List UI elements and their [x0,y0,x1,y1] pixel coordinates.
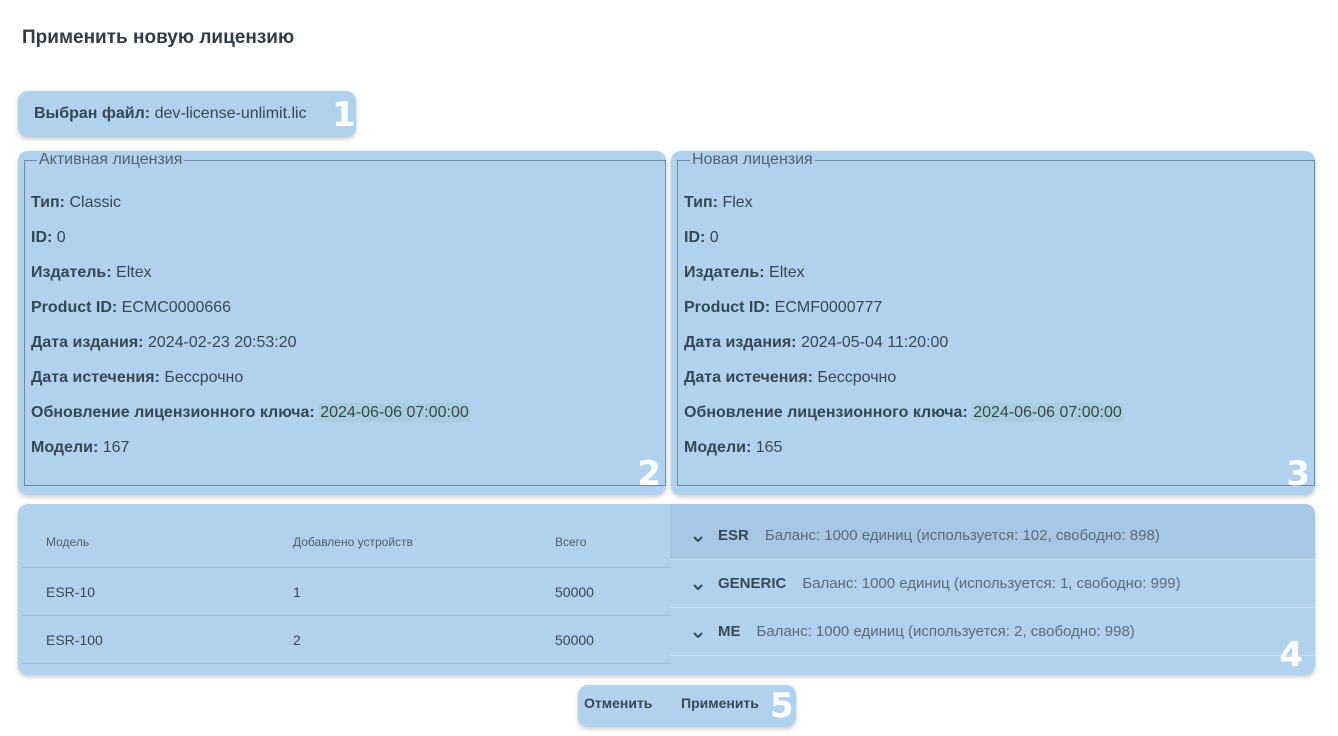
accordion-item-name: GENERIC [718,575,787,592]
selected-file-name: dev-license-unlimit.lic [154,105,307,122]
balance-accordion: ESR Баланс: 1000 единиц (используется: 1… [670,504,1315,656]
column-header-model[interactable]: Модель [22,535,293,549]
row-label: Обновление лицензионного ключа: [684,404,968,421]
row-label: Издатель: [31,264,112,281]
row-label: Дата издания: [684,334,797,351]
chevron-down-icon [693,535,703,542]
license-row-publisher: Издатель: Eltex [684,264,1123,299]
cell-total: 50000 [555,583,594,600]
page-title: Применить новую лицензию [22,27,295,48]
cell-added-devices: 1 [293,583,301,600]
row-value: 0 [709,229,719,246]
accordion-item-name: ME [718,623,741,640]
license-row-expiry: Дата истечения: Бессрочно [31,369,470,404]
cell-added-devices: 2 [293,631,301,648]
apply-button[interactable]: Применить [681,695,759,711]
column-header-added-devices[interactable]: Добавлено устройств [293,535,555,549]
row-label: ID: [684,229,706,246]
accordion-item-esr[interactable]: ESR Баланс: 1000 единиц (используется: 1… [670,504,1315,560]
license-row-issue-date: Дата издания: 2024-02-23 20:53:20 [31,334,470,369]
row-label: Издатель: [684,264,765,281]
marker-3: 3 [1286,454,1310,494]
row-label: Дата истечения: [31,369,160,386]
accordion-item-name: ESR [718,527,749,544]
license-row-issue-date: Дата издания: 2024-05-04 11:20:00 [684,334,1123,369]
row-label: Обновление лицензионного ключа: [31,404,315,421]
new-license-panel: Новая лицензия Тип: Flex ID: 0 Издатель:… [671,151,1315,495]
row-value: 0 [56,229,66,246]
license-row-models: Модели: 165 [684,439,1123,474]
row-label: ID: [31,229,53,246]
table-row[interactable]: ESR-10 1 50000 [22,568,670,616]
license-row-expiry: Дата истечения: Бессрочно [684,369,1123,404]
action-buttons: Отменить Применить 5 [578,685,796,727]
row-value: 167 [102,439,130,456]
row-label: Тип: [684,194,718,211]
selected-file-label: Выбран файл: [34,105,151,122]
row-label: Product ID: [684,299,771,316]
row-value: Classic [69,194,122,211]
accordion-item-me[interactable]: ME Баланс: 1000 единиц (используется: 2,… [670,608,1315,656]
cell-total: 50000 [555,631,594,648]
license-row-product-id: Product ID: ECMF0000777 [684,299,1123,334]
cell-model: ESR-100 [46,631,103,648]
row-label: Тип: [31,194,65,211]
accordion-item-balance: Баланс: 1000 единиц (используется: 1, св… [802,575,1181,592]
chevron-down-icon [693,631,703,638]
models-balance-panel: Модель Добавлено устройств Всего ESR-10 … [18,504,1315,675]
license-row-key-update: Обновление лицензионного ключа: 2024-06-… [31,403,470,439]
table-row[interactable]: ESR-100 2 50000 [22,616,670,664]
accordion-item-balance: Баланс: 1000 единиц (используется: 102, … [764,527,1160,544]
selected-file-text: Выбран файл: dev-license-unlimit.lic [34,105,307,123]
selected-file-box: Выбран файл: dev-license-unlimit.lic 1 [18,91,356,137]
models-table: Модель Добавлено устройств Всего ESR-10 … [22,516,670,664]
license-row-publisher: Издатель: Eltex [31,264,470,299]
active-license-legend: Активная лицензия [39,151,183,168]
row-value: Eltex [116,264,152,281]
cell-model: ESR-10 [46,583,96,600]
license-row-type: Тип: Flex [684,194,1123,229]
row-value: Flex [722,194,753,211]
row-value: Eltex [769,264,805,281]
accordion-item-generic[interactable]: GENERIC Баланс: 1000 единиц (используетс… [670,560,1315,608]
license-row-id: ID: 0 [684,229,1123,264]
marker-1: 1 [332,95,356,135]
row-value: 2024-02-23 20:53:20 [147,334,297,351]
row-value: ECMF0000777 [774,299,883,316]
active-license-panel: Активная лицензия Тип: Classic ID: 0 Изд… [18,151,666,495]
license-row-id: ID: 0 [31,229,470,264]
license-row-models: Модели: 167 [31,439,470,474]
cancel-button[interactable]: Отменить [584,695,652,711]
chevron-down-icon [693,583,703,590]
column-header-total[interactable]: Всего [555,535,670,549]
row-value: 2024-06-06 07:00:00 [319,403,470,422]
row-label: Модели: [31,439,99,456]
license-row-key-update: Обновление лицензионного ключа: 2024-06-… [684,403,1123,439]
marker-2: 2 [637,454,661,494]
license-row-type: Тип: Classic [31,194,470,229]
new-license-legend: Новая лицензия [692,151,813,168]
table-header: Модель Добавлено устройств Всего [22,516,670,568]
marker-5: 5 [770,686,794,726]
row-value: Бессрочно [817,369,897,386]
row-label: Дата издания: [31,334,144,351]
row-value: 2024-05-04 11:20:00 [800,334,949,351]
accordion-item-balance: Баланс: 1000 единиц (используется: 2, св… [756,623,1135,640]
row-value: Бессрочно [164,369,244,386]
marker-4: 4 [1279,635,1303,675]
license-row-product-id: Product ID: ECMC0000666 [31,299,470,334]
row-label: Дата истечения: [684,369,813,386]
row-label: Модели: [684,439,752,456]
row-value: ECMC0000666 [121,299,232,316]
row-value: 2024-06-06 07:00:00 [972,403,1123,422]
row-label: Product ID: [31,299,118,316]
row-value: 165 [755,439,783,456]
